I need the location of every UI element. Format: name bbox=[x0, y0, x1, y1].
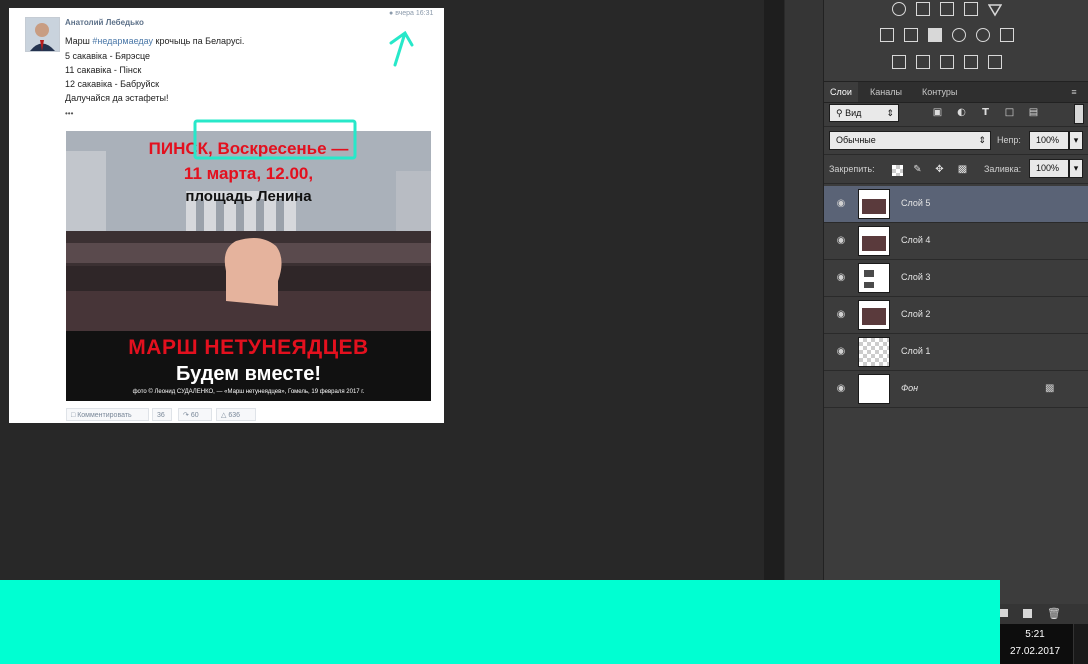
eye-icon[interactable]: ◉ bbox=[835, 346, 847, 358]
redaction-bar bbox=[0, 580, 1000, 664]
spinner-icon: ⇕ bbox=[886, 108, 894, 118]
layer-thumbnail bbox=[858, 263, 890, 293]
opacity-label: Непр: bbox=[997, 135, 1021, 145]
thumbnail-image bbox=[862, 236, 886, 251]
layer-name[interactable]: Слой 4 bbox=[901, 235, 930, 245]
trash-icon[interactable]: 🗑 bbox=[1047, 607, 1061, 620]
layer-row[interactable]: ◉ Слой 3 bbox=[824, 260, 1088, 297]
channel-mixer-icon[interactable] bbox=[976, 28, 990, 42]
eye-icon[interactable]: ◉ bbox=[835, 309, 847, 321]
new-group-icon[interactable] bbox=[1000, 609, 1008, 617]
layer-row[interactable]: ◉ Слой 2 bbox=[824, 297, 1088, 334]
lock-label: Закрепить: bbox=[829, 164, 875, 174]
thumbnail-image bbox=[864, 282, 874, 288]
filter-type-icon[interactable]: T bbox=[980, 107, 991, 118]
color-lookup-icon[interactable] bbox=[1000, 28, 1014, 42]
spinner-icon: ⇕ bbox=[978, 135, 986, 145]
color-balance-icon[interactable] bbox=[904, 28, 918, 42]
layer-thumbnail bbox=[858, 226, 890, 256]
panel-menu-icon[interactable]: ≡ bbox=[1064, 82, 1084, 102]
clock-date: 27.02.2017 bbox=[1009, 646, 1061, 657]
filter-toggle[interactable] bbox=[1074, 104, 1084, 124]
thumbnail-image bbox=[864, 270, 874, 277]
layer-row[interactable]: ◉ Слой 5 bbox=[824, 186, 1088, 223]
divider bbox=[824, 183, 1088, 184]
invert-icon[interactable] bbox=[892, 55, 906, 69]
levels-icon[interactable] bbox=[916, 2, 930, 16]
tab-channels[interactable]: Каналы bbox=[864, 82, 908, 102]
lock-image-icon[interactable]: ✎ bbox=[912, 164, 923, 175]
layer-name[interactable]: Фон bbox=[901, 383, 918, 393]
layers-panel-footer: 🗑 bbox=[1000, 604, 1088, 624]
new-layer-icon[interactable] bbox=[1023, 609, 1032, 618]
collapsed-panel-dock bbox=[784, 0, 823, 580]
thumbnail-image bbox=[862, 199, 886, 214]
filter-adjustment-icon[interactable]: ◐ bbox=[956, 107, 967, 118]
divider bbox=[824, 154, 1088, 155]
opacity-dropdown-icon[interactable]: ▾ bbox=[1069, 131, 1083, 150]
posterize-icon[interactable] bbox=[916, 55, 930, 69]
eye-icon[interactable]: ◉ bbox=[835, 198, 847, 210]
threshold-icon[interactable] bbox=[940, 55, 954, 69]
selective-color-icon[interactable] bbox=[964, 55, 978, 69]
blend-mode-select[interactable]: Обычные ⇕ bbox=[829, 131, 991, 150]
clock-time: 5:21 bbox=[1025, 629, 1045, 640]
filter-shape-icon[interactable]: □ bbox=[1004, 107, 1015, 118]
curves-icon[interactable] bbox=[940, 2, 954, 16]
layer-filter-value: Вид bbox=[845, 108, 862, 118]
black-white-icon[interactable] bbox=[928, 28, 942, 42]
blend-mode-value: Обычные bbox=[836, 135, 876, 145]
search-icon: ⚲ bbox=[836, 108, 843, 118]
lock-icon: ▩ bbox=[1045, 383, 1055, 394]
thumbnail-image bbox=[862, 308, 886, 325]
lock-transparent-icon[interactable] bbox=[892, 165, 903, 176]
layer-thumbnail bbox=[858, 374, 890, 404]
brightness-icon[interactable] bbox=[892, 2, 906, 16]
vibrance-icon[interactable] bbox=[987, 2, 1003, 17]
fill-label: Заливка: bbox=[984, 164, 1022, 174]
layer-thumbnail bbox=[858, 189, 890, 219]
tab-paths[interactable]: Контуры bbox=[916, 82, 963, 102]
tab-layers[interactable]: Слои bbox=[824, 82, 858, 102]
filter-smart-object-icon[interactable]: ▤ bbox=[1028, 107, 1039, 118]
layer-name[interactable]: Слой 1 bbox=[901, 346, 930, 356]
layer-name[interactable]: Слой 2 bbox=[901, 309, 930, 319]
fill-input[interactable]: 100% bbox=[1029, 159, 1069, 178]
eye-icon[interactable]: ◉ bbox=[835, 272, 847, 284]
layer-row[interactable]: ◉ Слой 1 bbox=[824, 334, 1088, 371]
lock-position-icon[interactable]: ✥ bbox=[934, 164, 945, 175]
layer-thumbnail bbox=[858, 337, 890, 367]
eye-icon[interactable]: ◉ bbox=[835, 383, 847, 395]
lock-all-icon[interactable]: ▩ bbox=[957, 164, 968, 175]
taskbar-clock[interactable]: 5:21 27.02.2017 bbox=[1000, 624, 1088, 664]
photo-filter-icon[interactable] bbox=[952, 28, 966, 42]
show-desktop-button[interactable] bbox=[1073, 624, 1088, 664]
opacity-input[interactable]: 100% bbox=[1029, 131, 1069, 150]
divider bbox=[824, 126, 1088, 127]
layer-row[interactable]: ◉ Слой 4 bbox=[824, 223, 1088, 260]
layer-row[interactable]: ◉ Фон ▩ bbox=[824, 371, 1088, 408]
workspace-divider bbox=[764, 0, 784, 580]
hue-saturation-icon[interactable] bbox=[880, 28, 894, 42]
layer-name[interactable]: Слой 3 bbox=[901, 272, 930, 282]
layer-name[interactable]: Слой 5 bbox=[901, 198, 930, 208]
highlight-box bbox=[193, 119, 357, 160]
exposure-icon[interactable] bbox=[964, 2, 978, 16]
layer-thumbnail bbox=[858, 300, 890, 330]
fill-dropdown-icon[interactable]: ▾ bbox=[1069, 159, 1083, 178]
gradient-map-icon[interactable] bbox=[988, 55, 1002, 69]
filter-pixel-icon[interactable]: ▣ bbox=[932, 107, 943, 118]
layer-filter-select[interactable]: ⚲ Вид ⇕ bbox=[829, 104, 899, 122]
panel-tab-bar: Слои Каналы Контуры ≡ bbox=[824, 81, 1088, 103]
layers-panel-dock: Слои Каналы Контуры ≡ ⚲ Вид ⇕ ▣ ◐ T □ ▤ … bbox=[823, 0, 1088, 664]
annotation-arrow-up bbox=[389, 30, 414, 67]
eye-icon[interactable]: ◉ bbox=[835, 235, 847, 247]
